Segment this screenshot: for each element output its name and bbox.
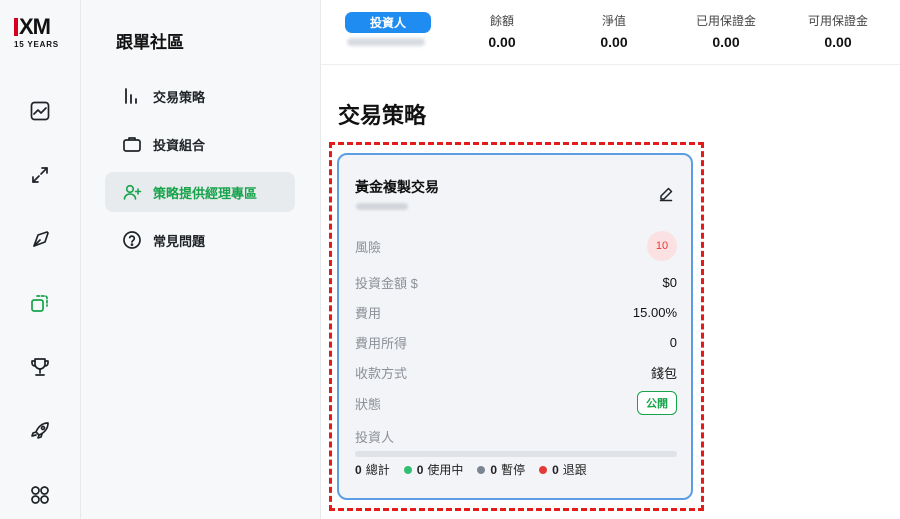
grid-icon[interactable] (25, 480, 55, 510)
compass-icon[interactable] (25, 224, 55, 254)
legend-paused: 0 暫停 (477, 461, 525, 478)
sidebar-item-faq[interactable]: 常見問題 (105, 220, 295, 260)
xm-logo[interactable]: XM 15 YEARS (14, 16, 66, 56)
legend-stopped: 0 退跟 (539, 461, 587, 478)
strategy-id-redacted (356, 203, 408, 210)
row-fee: 費用 15.00% (355, 305, 677, 321)
row-fee-income: 費用所得 0 (355, 335, 677, 351)
briefcase-icon (121, 133, 143, 155)
sidebar-item-provider-area[interactable]: 策略提供經理專區 (105, 172, 295, 212)
risk-badge: 10 (647, 231, 677, 261)
sidebar-item-portfolio[interactable]: 投資組合 (105, 124, 295, 164)
active-dot-icon (403, 465, 412, 474)
account-stats-bar: 投資人 餘額 0.00 淨值 0.00 已用保證金 0.00 可用保證金 0.0… (321, 0, 900, 65)
nav-rail: XM 15 YEARS (0, 0, 81, 519)
status-badge: 公開 (637, 391, 677, 415)
investors-legend: 0 總計 0 使用中 0 暫停 0 退跟 (355, 461, 601, 478)
stat-used-margin: 已用保證金 0.00 (695, 14, 756, 50)
row-risk: 風險 10 (355, 231, 677, 261)
stat-equity: 淨值 0.00 (600, 14, 628, 50)
row-payout: 收款方式 錢包 (355, 366, 677, 381)
stat-free-margin: 可用保證金 0.00 (807, 14, 868, 50)
strategy-card[interactable]: 黃金複製交易 風險 10 投資金額 $ $0 費用 15.00% 費用所得 0 … (337, 153, 693, 500)
page-title: 交易策略 (338, 103, 427, 128)
chart-icon[interactable] (25, 96, 55, 126)
edit-icon[interactable] (657, 185, 675, 203)
stopped-dot-icon (539, 465, 548, 474)
row-investment: 投資金額 $ $0 (355, 275, 677, 291)
account-id-redacted (347, 38, 425, 46)
question-icon (121, 229, 143, 251)
legend-active: 0 使用中 (403, 461, 463, 478)
sidebar-title: 跟單社區 (116, 33, 184, 52)
arrows-icon[interactable] (25, 160, 55, 190)
row-status: 狀態 公開 (355, 391, 677, 415)
trophy-icon[interactable] (25, 352, 55, 382)
copy-icon[interactable] (25, 288, 55, 318)
sidebar: 跟單社區 交易策略 投資組合 策略提供經理專區 常見問題 (81, 0, 321, 519)
paused-dot-icon (477, 465, 486, 474)
bar-chart-icon (121, 85, 143, 107)
legend-total: 0 總計 (355, 462, 390, 478)
strategy-title: 黃金複製交易 (355, 179, 439, 195)
row-investors: 投資人 (355, 430, 395, 445)
sidebar-item-strategies[interactable]: 交易策略 (105, 76, 295, 116)
rocket-icon[interactable] (25, 416, 55, 446)
user-plus-icon (121, 181, 143, 203)
investors-progress-bar (355, 451, 677, 457)
stat-balance: 餘額 0.00 (488, 14, 516, 50)
account-type-badge[interactable]: 投資人 (345, 12, 431, 33)
